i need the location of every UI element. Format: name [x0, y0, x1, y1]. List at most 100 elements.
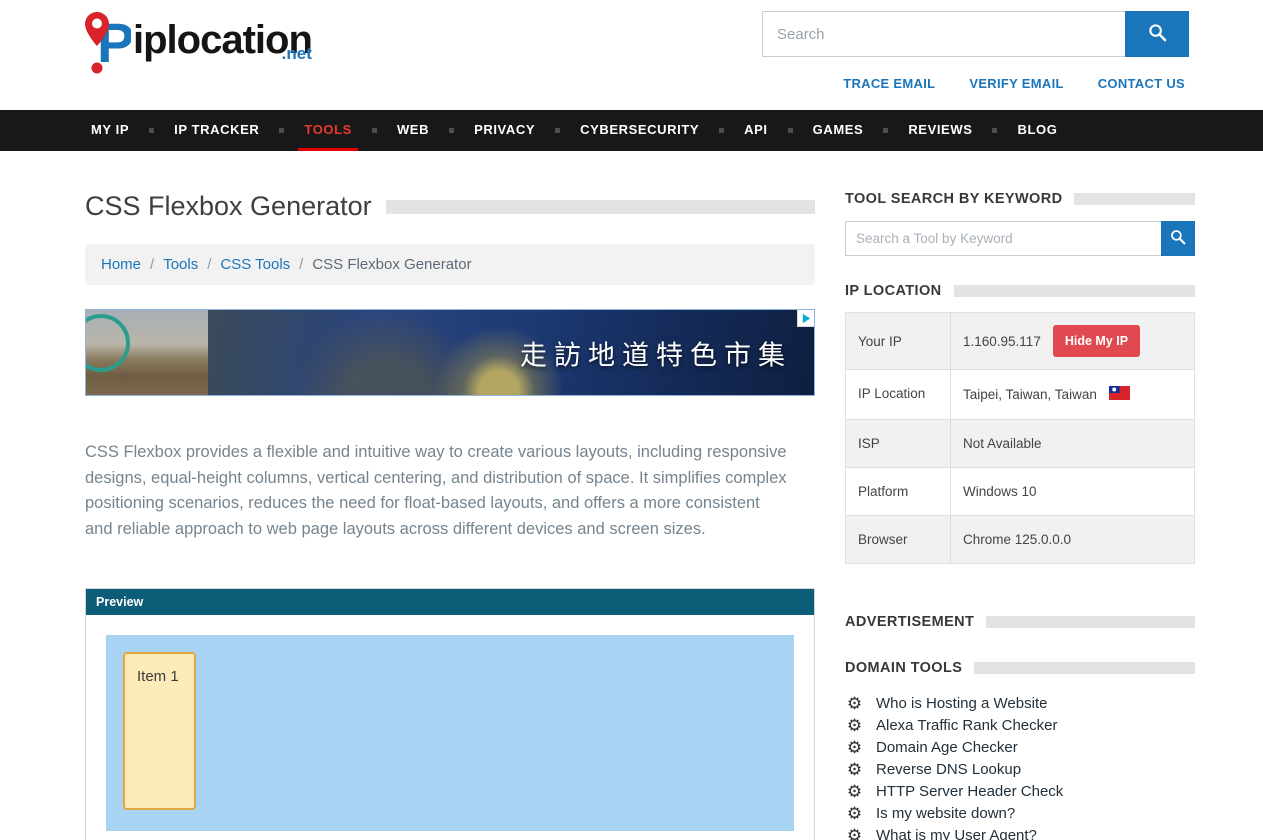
advertisement-banner[interactable]: 走訪地道特色市集 [85, 309, 815, 396]
row-label-ip-location: IP Location [846, 370, 951, 419]
tool-search-heading-label: TOOL SEARCH BY KEYWORD [845, 191, 1062, 207]
gear-icon: ⚙ [845, 739, 864, 756]
nav-item-reviews[interactable]: REVIEWS [902, 110, 978, 151]
breadcrumb-current: CSS Flexbox Generator [312, 256, 471, 273]
link-contact-us[interactable]: CONTACT US [1098, 76, 1185, 91]
preview-body: Item 1 [86, 615, 814, 840]
browser-value: Chrome 125.0.0.0 [963, 532, 1071, 547]
breadcrumb-separator: / [299, 256, 303, 273]
hide-my-ip-button[interactable]: Hide My IP [1053, 325, 1140, 357]
ad-ring-graphic [85, 314, 130, 372]
row-value-ip-location: Taipei, Taiwan, Taiwan [951, 370, 1194, 419]
list-item: ⚙ HTTP Server Header Check [845, 780, 1195, 802]
nav-item-games[interactable]: GAMES [807, 110, 870, 151]
list-item: ⚙ Domain Age Checker [845, 736, 1195, 758]
main-nav: MY IP IP TRACKER TOOLS WEB PRIVACY CYBER… [0, 110, 1263, 151]
nav-item-api[interactable]: API [738, 110, 773, 151]
breadcrumb-tools[interactable]: Tools [163, 256, 198, 273]
nav-separator [719, 128, 724, 133]
ip-location-heading-label: IP LOCATION [845, 283, 942, 299]
page-title: CSS Flexbox Generator [85, 191, 372, 222]
link-trace-email[interactable]: TRACE EMAIL [843, 76, 935, 91]
adchoices-icon[interactable] [797, 310, 814, 327]
table-row: Platform Windows 10 [846, 468, 1194, 516]
logo-tld: .net [282, 24, 312, 84]
list-item: ⚙ Alexa Traffic Rank Checker [845, 714, 1195, 736]
domain-tools-list: ⚙ Who is Hosting a Website ⚙ Alexa Traff… [845, 692, 1195, 840]
main-column: CSS Flexbox Generator Home / Tools / CSS… [85, 191, 815, 840]
domain-tool-link-http-header[interactable]: HTTP Server Header Check [876, 783, 1063, 800]
domain-tool-link-user-agent[interactable]: What is my User Agent? [876, 827, 1037, 840]
tool-search [845, 221, 1195, 256]
top-header: P iplocation .net TRACE EMAIL VERIFY EMA… [0, 0, 1263, 110]
site-logo[interactable]: P iplocation .net [85, 10, 312, 81]
row-label-platform: Platform [846, 468, 951, 515]
nav-item-privacy[interactable]: PRIVACY [468, 110, 541, 151]
advertisement-heading-label: ADVERTISEMENT [845, 614, 974, 630]
domain-tools-heading-label: DOMAIN TOOLS [845, 660, 962, 676]
header-search-button[interactable] [1125, 11, 1189, 57]
nav-separator [149, 128, 154, 133]
tool-search-input[interactable] [845, 221, 1161, 256]
ip-location-value: Taipei, Taiwan, Taiwan [963, 387, 1097, 402]
gear-icon: ⚙ [845, 827, 864, 840]
preview-panel-title: Preview [86, 589, 814, 615]
nav-item-blog[interactable]: BLOG [1011, 110, 1063, 151]
nav-item-cybersecurity[interactable]: CYBERSECURITY [574, 110, 705, 151]
nav-separator [883, 128, 888, 133]
ip-address-value: 1.160.95.117 [963, 334, 1041, 349]
nav-item-ip-tracker[interactable]: IP TRACKER [168, 110, 265, 151]
nav-item-my-ip[interactable]: MY IP [85, 110, 135, 151]
list-item: ⚙ Who is Hosting a Website [845, 692, 1195, 714]
isp-value: Not Available [963, 436, 1042, 451]
ip-location-heading: IP LOCATION [845, 283, 1195, 299]
ad-photo-right: 走訪地道特色市集 [208, 310, 814, 395]
link-verify-email[interactable]: VERIFY EMAIL [969, 76, 1063, 91]
heading-decoration-bar [974, 662, 1195, 674]
row-value-your-ip: 1.160.95.117 Hide My IP [951, 313, 1194, 369]
nav-item-tools[interactable]: TOOLS [298, 110, 358, 151]
domain-tool-link-hosting[interactable]: Who is Hosting a Website [876, 695, 1047, 712]
gear-icon: ⚙ [845, 717, 864, 734]
row-label-isp: ISP [846, 420, 951, 467]
domain-tool-link-reverse-dns[interactable]: Reverse DNS Lookup [876, 761, 1021, 778]
domain-tools-heading: DOMAIN TOOLS [845, 660, 1195, 676]
row-label-your-ip: Your IP [846, 313, 951, 369]
nav-item-web[interactable]: WEB [391, 110, 435, 151]
table-row: Your IP 1.160.95.117 Hide My IP [846, 313, 1194, 370]
row-value-browser: Chrome 125.0.0.0 [951, 516, 1194, 563]
title-row: CSS Flexbox Generator [85, 191, 815, 222]
breadcrumb-home[interactable]: Home [101, 256, 141, 273]
domain-tool-link-alexa-rank[interactable]: Alexa Traffic Rank Checker [876, 717, 1057, 734]
list-item: ⚙ Reverse DNS Lookup [845, 758, 1195, 780]
heading-decoration-bar [1074, 193, 1195, 205]
domain-tool-link-website-down[interactable]: Is my website down? [876, 805, 1015, 822]
advertisement-heading: ADVERTISEMENT [845, 614, 1195, 630]
nav-separator [449, 128, 454, 133]
row-value-platform: Windows 10 [951, 468, 1194, 515]
tool-search-button[interactable] [1161, 221, 1195, 256]
gear-icon: ⚙ [845, 783, 864, 800]
flex-item-1[interactable]: Item 1 [123, 652, 196, 810]
nav-separator [788, 128, 793, 133]
nav-separator [279, 128, 284, 133]
heading-decoration-bar [954, 285, 1195, 297]
preview-panel: Preview Item 1 [85, 588, 815, 840]
domain-tool-link-domain-age[interactable]: Domain Age Checker [876, 739, 1018, 756]
header-search-input[interactable] [762, 11, 1125, 57]
heading-decoration-bar [986, 616, 1195, 628]
table-row: Browser Chrome 125.0.0.0 [846, 516, 1194, 563]
row-value-isp: Not Available [951, 420, 1194, 467]
logo-pin-icon: P [85, 10, 131, 81]
header-search [762, 11, 1189, 57]
breadcrumb-css-tools[interactable]: CSS Tools [220, 256, 290, 273]
list-item: ⚙ Is my website down? [845, 802, 1195, 824]
breadcrumb: Home / Tools / CSS Tools / CSS Flexbox G… [85, 244, 815, 285]
table-row: ISP Not Available [846, 420, 1194, 468]
header-links: TRACE EMAIL VERIFY EMAIL CONTACT US [843, 76, 1185, 91]
row-label-browser: Browser [846, 516, 951, 563]
list-item: ⚙ What is my User Agent? [845, 824, 1195, 840]
breadcrumb-separator: / [150, 256, 154, 273]
nav-separator [372, 128, 377, 133]
search-icon [1148, 23, 1167, 45]
